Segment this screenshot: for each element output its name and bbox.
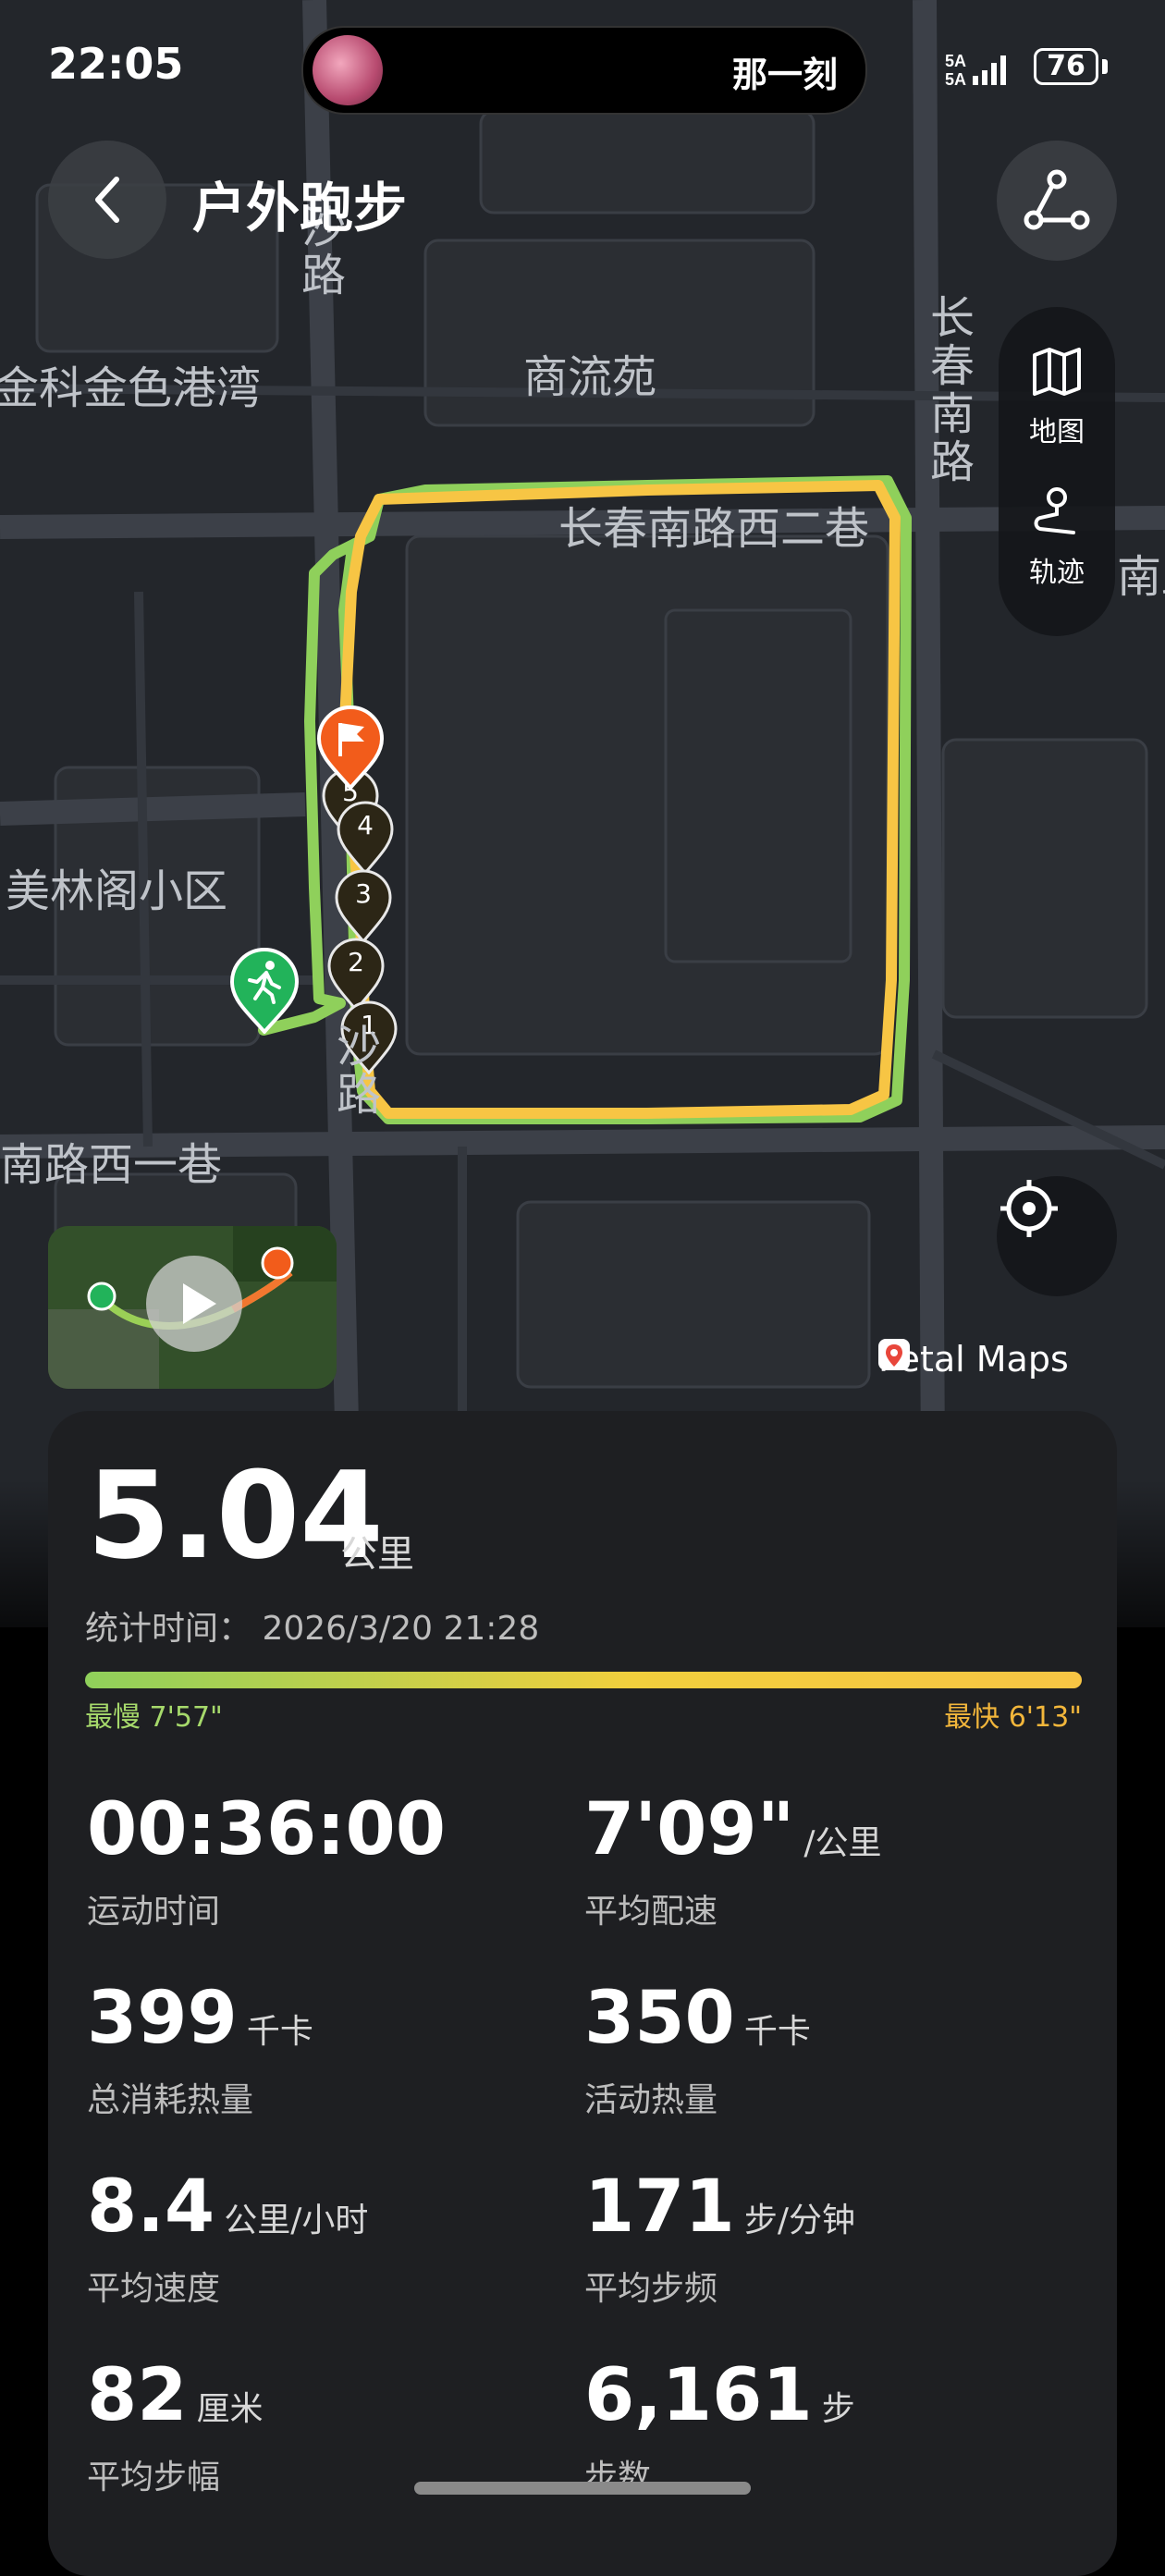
pace-fastest: 最快 6'13" [944,1701,1082,1734]
metric-unit: 千卡 [743,2013,811,2051]
svg-text:5A: 5A [945,52,966,70]
status-bar: 22:05 那一刻 5A 5A 76 [0,0,1165,139]
status-time: 22:05 [48,39,184,89]
metric-unit: /公里 [803,1824,882,1862]
back-button[interactable] [48,141,166,259]
metric-unit: 步/分钟 [743,2202,855,2239]
metric-value: 350 [584,1977,735,2060]
km-marker-4[interactable]: 4 [337,801,394,875]
track-icon [1034,487,1075,534]
km-marker-label: 4 [357,810,374,840]
metric-value: 399 [87,1977,238,2060]
metric-value: 00:36:00 [87,1788,447,1871]
map-side-panel: 地图 轨迹 [999,307,1115,636]
map-label-shangliu: 商流苑 [523,351,657,403]
metric-avg-stride: 82 厘米 平均步幅 [87,2360,264,2498]
metric-unit: 厘米 [196,2390,264,2428]
track-replay-thumbnail[interactable] [48,1226,337,1389]
record-time: 统计时间： 2026/3/20 21:28 [85,1610,540,1648]
metric-label: 平均步幅 [87,2459,221,2496]
island-text: 那一刻 [731,55,838,95]
dynamic-island[interactable]: 那一刻 [301,26,867,115]
map-label-nan-right: 南路 [1117,551,1165,603]
metric-value: 82 [87,2354,188,2437]
home-indicator[interactable] [414,2482,751,2495]
km-marker-label: 2 [348,947,364,977]
chevron-left-icon [95,177,119,223]
battery-indicator: 76 [1034,48,1098,85]
crosshair-icon [1000,1180,1058,1237]
start-runner-pin[interactable] [229,947,300,1034]
metric-label: 平均步频 [584,2270,718,2308]
metric-value: 6,161 [584,2354,813,2437]
metric-label: 运动时间 [87,1893,221,1931]
metric-label: 平均配速 [584,1893,718,1931]
map-label-changchun-west2: 长春南路西二巷 [558,503,870,555]
map-mode-label: 地图 [1029,416,1085,448]
metric-label: 总消耗热量 [87,2081,254,2119]
km-marker-label: 3 [355,878,372,909]
metric-avg-speed: 8.4 公里/小时 平均速度 [87,2171,368,2310]
workout-summary-card: 5.04 公里 统计时间： 2026/3/20 21:28 最慢 7'57" 最… [48,1411,1117,2576]
metric-steps: 6,161 步 步数 [584,2360,855,2498]
metric-value: 8.4 [87,2165,215,2249]
metric-unit: 千卡 [246,2013,313,2051]
battery-tip [1102,59,1108,74]
metric-label: 活动热量 [584,2081,718,2119]
metric-avg-cadence: 171 步/分钟 平均步频 [584,2171,855,2310]
metric-value: 7'09" [584,1788,795,1871]
map-label-west1: 南路西一巷 [0,1139,223,1191]
metric-unit: 步 [821,2390,855,2428]
metric-unit: 公里/小时 [224,2202,369,2239]
page-title: 户外跑步 [192,177,408,239]
map-icon [1033,348,1081,396]
petal-maps-attribution: Petal Maps [878,1339,1069,1380]
play-button[interactable] [146,1256,242,1352]
map-view[interactable]: 5 4 3 2 1 沙路 金科金色港湾 商流苑 长春南路 长春南路西二巷 南路 [0,0,1165,1627]
map-label-meilin: 美林阁小区 [6,865,228,917]
play-icon [183,1283,216,1324]
petal-maps-icon [878,1339,910,1370]
metric-label: 平均速度 [87,2270,221,2308]
map-label-road-sha-lower: 沙路 [328,1023,380,1119]
map-label-jinke: 金科金色港湾 [0,362,262,414]
pace-gradient-bar [85,1672,1082,1688]
map-mode-button[interactable]: 地图 [999,344,1115,449]
metric-total-calories: 399 千卡 总消耗热量 [87,1982,313,2121]
metric-active-calories: 350 千卡 活动热量 [584,1982,811,2121]
route-share-button[interactable] [997,141,1117,261]
pace-slowest: 最慢 7'57" [85,1701,223,1734]
locate-button[interactable] [997,1176,1117,1296]
metric-value: 171 [584,2165,735,2249]
distance-unit: 公里 [340,1533,414,1576]
signal-icon: 5A 5A [945,52,1006,89]
metric-avg-pace: 7'09"/公里 平均配速 [584,1794,881,1932]
km-marker-3[interactable]: 3 [335,869,392,943]
svg-text:5A: 5A [945,70,966,89]
island-avatar [313,35,383,105]
track-mode-button[interactable]: 轨迹 [999,485,1115,590]
distance-value: 5.04 [87,1445,384,1586]
metric-duration: 00:36:00 运动时间 [87,1794,455,1932]
track-mode-label: 轨迹 [1029,557,1085,589]
end-flag-pin[interactable] [316,705,385,790]
map-label-changchun: 长春南路 [922,294,974,486]
route-nodes-icon [1024,169,1090,230]
